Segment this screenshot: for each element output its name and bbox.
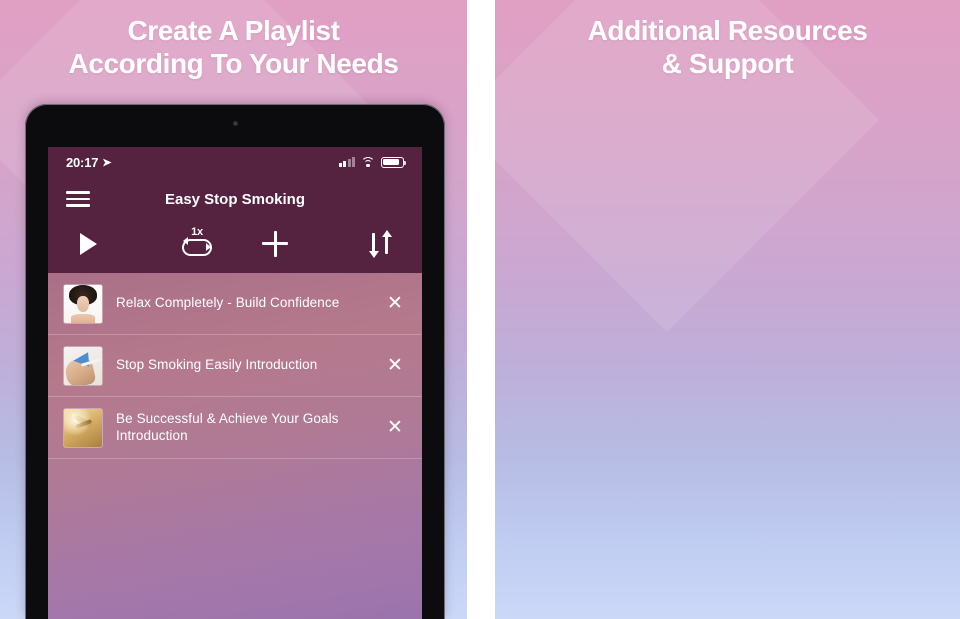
panel-additional-resources: Additional Resources & Support 20:18 ➤	[495, 0, 960, 619]
status-bar-left: 20:17 ➤	[48, 147, 422, 177]
playlist: Relax Completely - Build Confidence ✕ St…	[48, 273, 422, 459]
headline-line-2: According To Your Needs	[68, 48, 399, 80]
plus-icon	[262, 231, 288, 257]
speed-label: 1x	[191, 226, 203, 238]
repeat-icon: 1x	[182, 226, 212, 259]
close-icon[interactable]: ✕	[382, 418, 408, 437]
hand-breaking-cigarette-thumbnail	[64, 346, 102, 385]
add-button[interactable]	[236, 231, 314, 257]
headline-line-2: & Support	[661, 48, 794, 80]
play-button[interactable]	[70, 233, 158, 255]
hamburger-menu-icon[interactable]	[66, 191, 90, 207]
right-headline: Additional Resources & Support	[495, 0, 960, 80]
app-store-screenshot-pair: Create A Playlist According To Your Need…	[0, 0, 960, 619]
sort-button[interactable]	[314, 230, 400, 258]
front-camera-icon	[232, 121, 238, 126]
tablet-screen-left: 20:17 ➤ Easy Stop Smoking 1x Relax Compl…	[48, 147, 422, 619]
woman-relaxing-thumbnail	[64, 284, 102, 323]
playlist-item-title: Stop Smoking Easily Introduction	[116, 357, 318, 373]
golden-achievement-thumbnail	[64, 408, 102, 447]
close-icon[interactable]: ✕	[382, 356, 408, 375]
wifi-icon	[361, 156, 375, 168]
headline-line-1: Additional Resources	[587, 15, 868, 46]
table-row[interactable]: Be Successful & Achieve Your Goals Intro…	[48, 397, 422, 459]
playlist-item-title: Relax Completely - Build Confidence	[116, 295, 340, 311]
panel-create-playlist: Create A Playlist According To Your Need…	[0, 0, 467, 619]
table-row[interactable]: Stop Smoking Easily Introduction ✕	[48, 335, 422, 397]
location-arrow-icon: ➤	[102, 156, 112, 169]
battery-icon	[381, 156, 407, 168]
tablet-device-left: 20:17 ➤ Easy Stop Smoking 1x Relax Compl…	[25, 104, 445, 619]
close-icon[interactable]: ✕	[382, 294, 408, 313]
table-row[interactable]: Relax Completely - Build Confidence ✕	[48, 273, 422, 335]
left-headline: Create A Playlist According To Your Need…	[0, 0, 467, 80]
playlist-item-title: Be Successful & Achieve Your Goals Intro…	[116, 410, 339, 443]
headline-line-1: Create A Playlist	[127, 15, 340, 46]
panel-divider	[467, 0, 495, 619]
player-controls: 1x	[48, 221, 422, 273]
player-topbar: 20:17 ➤ Easy Stop Smoking 1x	[48, 147, 422, 273]
player-app-screen: 20:17 ➤ Easy Stop Smoking 1x Relax Compl…	[48, 147, 422, 619]
sort-updown-icon	[368, 230, 392, 258]
repeat-speed-button[interactable]: 1x	[158, 226, 236, 259]
player-navbar: Easy Stop Smoking	[48, 177, 422, 221]
cellular-signal-icon	[338, 157, 355, 167]
page-title: Easy Stop Smoking	[164, 190, 306, 208]
status-time: 20:17	[66, 154, 99, 170]
play-icon	[80, 233, 97, 255]
